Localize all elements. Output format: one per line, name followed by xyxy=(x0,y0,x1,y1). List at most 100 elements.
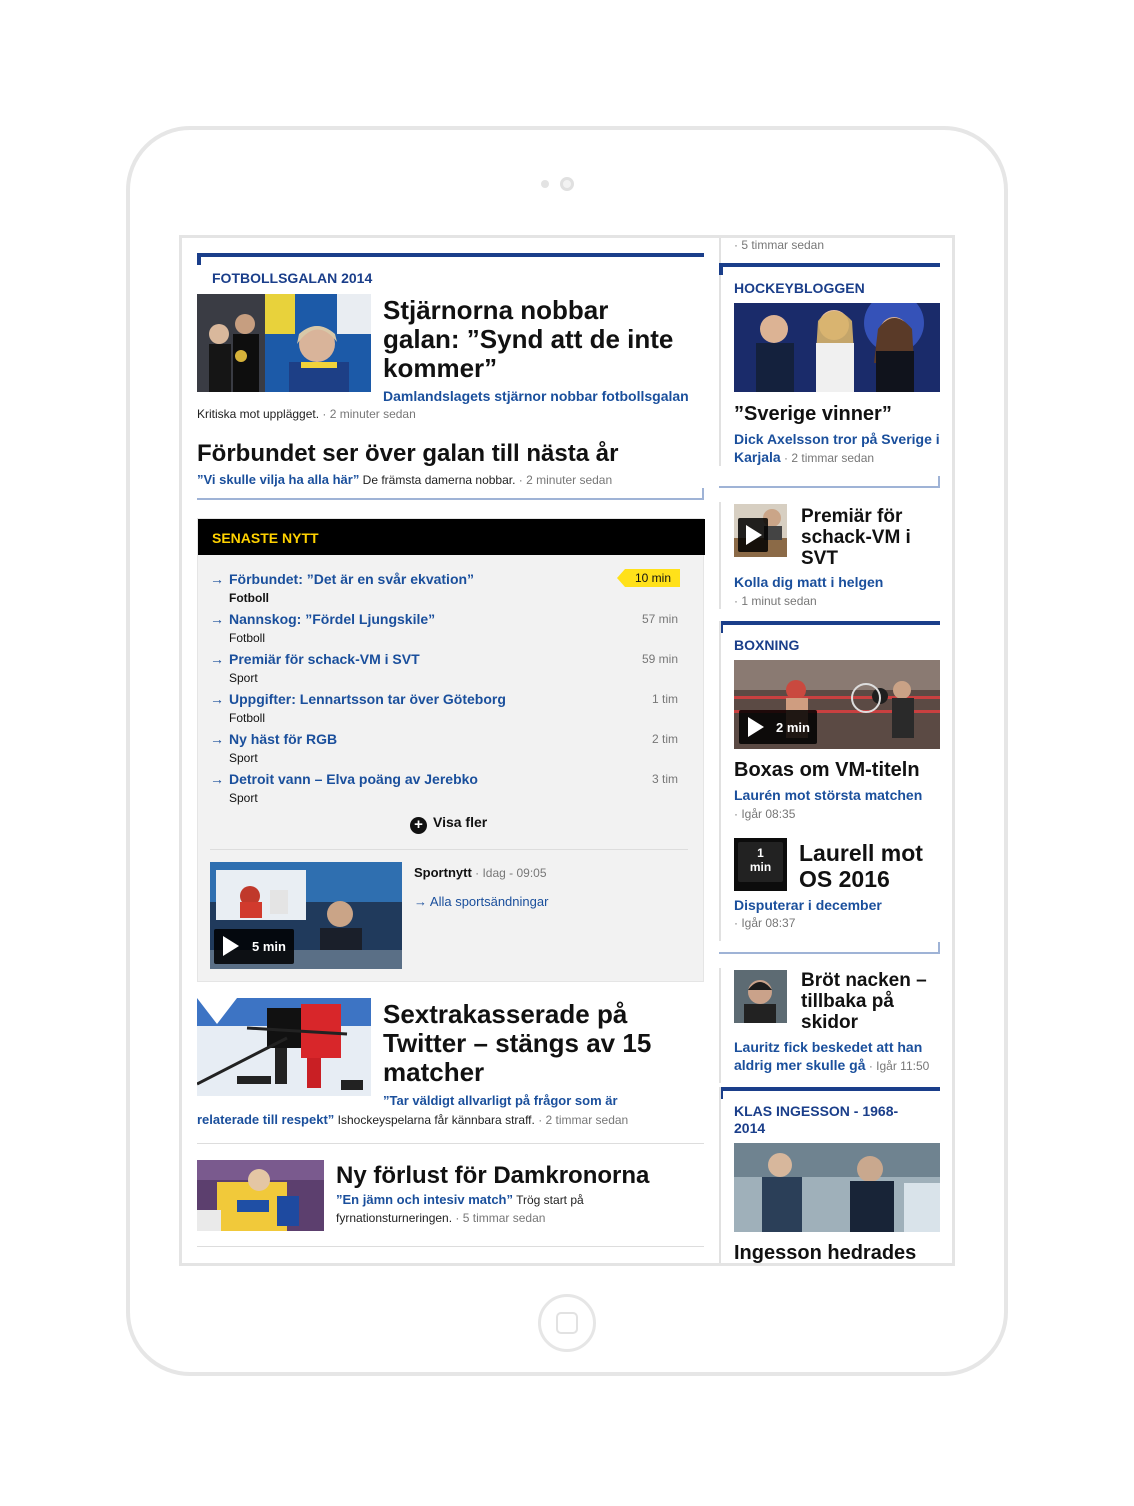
ingesson-image[interactable] xyxy=(734,1143,940,1232)
audio-duration-badge: 1 min xyxy=(738,842,783,882)
hockeybloggen-image[interactable] xyxy=(734,303,940,392)
news-time-badge: 10 min xyxy=(616,569,680,587)
video-program: Sportnytt · Idag - 09:05 xyxy=(414,865,547,880)
headline-line[interactable]: Twitter – stängs av 15 xyxy=(383,1029,651,1058)
hockeybloggen-link-end[interactable]: Karjala xyxy=(734,449,781,465)
boxning-link[interactable]: Laurén mot största matchen xyxy=(734,786,922,805)
list-item[interactable]: → Ny häst för RGB Sport 2 tim xyxy=(210,729,690,769)
headline-line[interactable]: Premiär för xyxy=(801,506,911,527)
news-title[interactable]: Premiär för schack-VM i SVT xyxy=(229,651,420,667)
schack-time: · 1 minut sedan xyxy=(734,594,817,608)
hockey-quote-link-end[interactable]: relaterade till respekt” xyxy=(197,1112,334,1127)
brot-nacken-link[interactable]: Lauritz fick beskedet att han xyxy=(734,1038,922,1057)
all-broadcasts-link[interactable]: → Alla sportsändningar xyxy=(414,894,548,909)
boxning-headline[interactable]: Boxas om VM-titeln xyxy=(734,759,920,781)
main-sub-link[interactable]: Damlandslagets stjärnor nobbar fotbollsg… xyxy=(383,388,689,404)
headline-line[interactable]: Bröt nacken – xyxy=(801,970,927,991)
hockeybloggen-link[interactable]: Dick Axelsson tror på Sverige i xyxy=(734,430,940,449)
play-icon xyxy=(223,936,239,956)
news-title[interactable]: Ny häst för RGB xyxy=(229,731,337,747)
side-kicker-hockeybloggen[interactable]: HOCKEYBLOGGEN xyxy=(734,280,865,296)
article-image-fotbollsgalan[interactable] xyxy=(197,294,371,392)
headline-line[interactable]: Laurell mot xyxy=(799,840,923,866)
side-kicker-ingesson[interactable]: KLAS INGESSON - 1968- 2014 xyxy=(734,1103,898,1137)
damkronorna-headline[interactable]: Ny förlust för Damkronorna xyxy=(336,1161,649,1190)
headline-line[interactable]: OS 2016 xyxy=(799,866,923,892)
schack-headline[interactable]: Premiär för schack-VM i SVT xyxy=(801,506,911,569)
news-title[interactable]: Detroit vann – Elva poäng av Jerebko xyxy=(229,771,478,787)
divider xyxy=(197,1246,704,1247)
headline-line[interactable]: matcher xyxy=(383,1058,651,1087)
timestamp: · 2 minuter sedan xyxy=(515,473,613,487)
damkronorna-quote-link[interactable]: ”En jämn och intesiv match” xyxy=(336,1192,513,1207)
news-title[interactable]: Förbundet: ”Det är en svår ekvation” xyxy=(229,571,474,587)
headline-line[interactable]: kommer” xyxy=(383,354,673,383)
latest-news-title[interactable]: SENASTE NYTT xyxy=(212,530,319,546)
main-column: FOTBOLLSGALAN 2014 Stjärnorna nobbar gal… xyxy=(197,238,705,1263)
side-rule xyxy=(719,621,721,941)
list-item[interactable]: → Detroit vann – Elva poäng av Jerebko S… xyxy=(210,769,690,809)
sportnytt-video-thumbnail[interactable]: 5 min xyxy=(210,862,402,969)
arrow-right-icon: → xyxy=(210,611,224,627)
headline-line[interactable]: Sextrakasserade på xyxy=(383,1000,651,1029)
laurell-headline[interactable]: Laurell mot OS 2016 xyxy=(799,840,923,892)
side-rule xyxy=(719,968,721,1083)
schack-link[interactable]: Kolla dig matt i helgen xyxy=(734,573,883,592)
side-bottom-bracket xyxy=(719,476,940,488)
laurell-link[interactable]: Disputerar i december xyxy=(734,896,882,915)
program-title[interactable]: Sportnytt xyxy=(414,865,472,880)
intro-text: Kritiska mot upplägget. xyxy=(197,407,320,421)
duration-unit: min xyxy=(749,860,772,874)
headline-line[interactable]: schack-VM i xyxy=(801,527,911,548)
article-image-damkronorna[interactable] xyxy=(197,1160,324,1231)
second-meta: ”Vi skulle vilja ha alla här” De främsta… xyxy=(197,472,612,487)
list-item[interactable]: → Förbundet: ”Det är en svår ekvation” F… xyxy=(210,569,690,609)
brot-nacken-thumbnail[interactable] xyxy=(734,970,787,1023)
hockey-headline[interactable]: Sextrakasserade på Twitter – stängs av 1… xyxy=(383,1000,651,1087)
news-category: Fotboll xyxy=(229,631,266,645)
list-item[interactable]: → Premiär för schack-VM i SVT Sport 59 m… xyxy=(210,649,690,689)
news-time: 57 min xyxy=(641,612,678,626)
second-text: De främsta damerna nobbar. xyxy=(359,473,516,487)
schack-video-thumbnail[interactable] xyxy=(734,504,787,557)
headline-line[interactable]: SVT xyxy=(801,548,911,569)
play-badge xyxy=(738,518,768,552)
video-duration: 5 min xyxy=(252,939,286,954)
side-rule xyxy=(719,502,721,609)
second-headline[interactable]: Förbundet ser över galan till nästa år xyxy=(197,439,618,468)
plus-circle-icon: + xyxy=(410,817,427,834)
section-kicker[interactable]: FOTBOLLSGALAN 2014 xyxy=(212,270,372,286)
ingesson-headline[interactable]: Ingesson hedrades xyxy=(734,1242,916,1263)
boxning-video-thumbnail[interactable]: 2 min xyxy=(734,660,940,749)
side-kicker-boxning[interactable]: BOXNING xyxy=(734,637,799,653)
news-category: Sport xyxy=(229,751,258,765)
side-section-bar xyxy=(719,263,940,275)
news-title[interactable]: Nannskog: ”Fördel Ljungskile” xyxy=(229,611,435,627)
kicker-line[interactable]: 2014 xyxy=(734,1120,898,1137)
main-headline[interactable]: Stjärnorna nobbar galan: ”Synd att de in… xyxy=(383,296,673,383)
hockey-quote-link[interactable]: ”Tar väldigt allvarligt på frågor som är xyxy=(383,1093,618,1108)
second-quote-link[interactable]: ”Vi skulle vilja ha alla här” xyxy=(197,472,359,487)
article-image-hockey[interactable] xyxy=(197,998,371,1096)
headline-line[interactable]: Stjärnorna nobbar xyxy=(383,296,673,325)
list-item[interactable]: → Nannskog: ”Fördel Ljungskile” Fotboll … xyxy=(210,609,690,649)
brot-nacken-headline[interactable]: Bröt nacken – tillbaka på skidor xyxy=(801,970,927,1033)
all-broadcasts-label[interactable]: Alla sportsändningar xyxy=(430,894,549,909)
timestamp: · Igår 11:50 xyxy=(865,1059,930,1073)
arrow-right-icon: → xyxy=(210,771,224,787)
laurell-thumbnail[interactable]: 1 min xyxy=(734,838,787,891)
kicker-line[interactable]: KLAS INGESSON - 1968- xyxy=(734,1103,898,1120)
brot-nacken-link-end[interactable]: aldrig mer skulle gå xyxy=(734,1057,866,1073)
news-category: Fotboll xyxy=(229,591,269,605)
headline-line[interactable]: skidor xyxy=(801,1012,927,1033)
list-item[interactable]: → Uppgifter: Lennartsson tar över Götebo… xyxy=(210,689,690,729)
hockeybloggen-headline[interactable]: ”Sverige vinner” xyxy=(734,403,892,425)
headline-line[interactable]: galan: ”Synd att de inte xyxy=(383,325,673,354)
headline-line[interactable]: tillbaka på xyxy=(801,991,927,1012)
hockey-meta: relaterade till respekt” Ishockeyspelarn… xyxy=(197,1112,628,1127)
damkronorna-meta-1: ”En jämn och intesiv match” Trög start p… xyxy=(336,1192,584,1207)
show-more-button[interactable]: + Visa fler xyxy=(410,814,487,834)
side-section-bar xyxy=(719,621,940,633)
news-title[interactable]: Uppgifter: Lennartsson tar över Göteborg xyxy=(229,691,506,707)
divider xyxy=(210,849,688,850)
